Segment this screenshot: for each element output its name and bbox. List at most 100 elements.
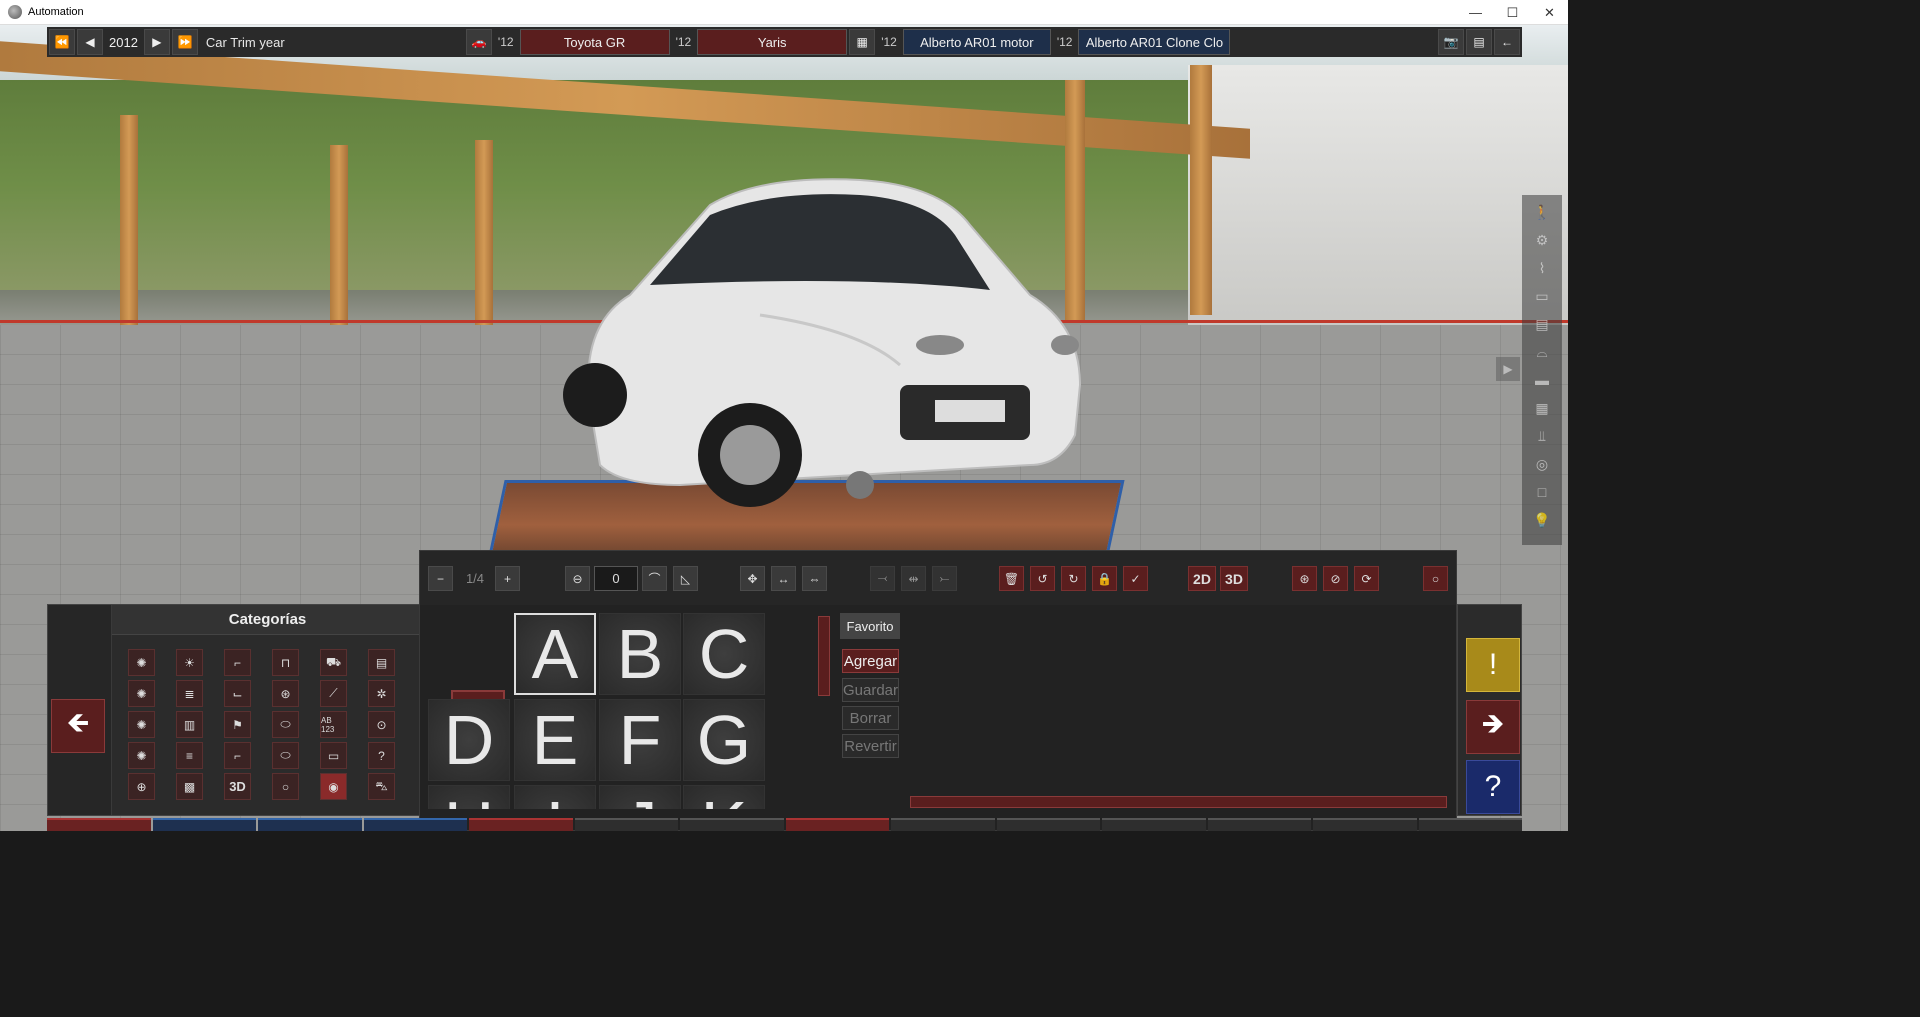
- tab-fixtures[interactable]: [469, 818, 573, 831]
- revert-button[interactable]: Revertir: [842, 734, 899, 758]
- glyph-tile[interactable]: J: [599, 785, 681, 809]
- grille-icon[interactable]: ▦: [1531, 397, 1553, 419]
- glyph-tile[interactable]: E: [514, 699, 596, 781]
- bend-icon[interactable]: ⌒: [642, 566, 667, 591]
- book-icon[interactable]: ▥: [176, 711, 203, 738]
- 3d-button[interactable]: 3D: [1220, 566, 1248, 591]
- back-button[interactable]: 🡸: [51, 699, 105, 753]
- next-icon[interactable]: ▶: [143, 29, 170, 55]
- tab-tests[interactable]: [1313, 818, 1417, 831]
- seat-side-icon[interactable]: ⌐: [224, 742, 251, 769]
- lock-icon[interactable]: 🔒: [1092, 566, 1117, 591]
- help-icon[interactable]: ?: [1466, 760, 1520, 814]
- stretch-icon[interactable]: ↔: [771, 566, 796, 591]
- scale-icon[interactable]: ⇔: [802, 566, 827, 591]
- wheel-symbol-icon[interactable]: ⊛: [1292, 566, 1317, 591]
- glyph-tile[interactable]: G: [683, 699, 765, 781]
- gear-icon[interactable]: ⊛: [272, 680, 299, 707]
- license-plate-icon[interactable]: AB 123: [320, 711, 347, 738]
- engine-family-field[interactable]: Alberto AR01 motor: [902, 29, 1051, 55]
- tab-body[interactable]: [47, 818, 151, 831]
- forward-button[interactable]: 🡺: [1466, 700, 1520, 754]
- tab-gearbox[interactable]: [891, 818, 995, 831]
- tab-wheels[interactable]: [996, 818, 1100, 831]
- 2d-button[interactable]: 2D: [1188, 566, 1216, 591]
- mirror-center-icon[interactable]: ⇹: [901, 566, 926, 591]
- light-icon[interactable]: 💡: [1531, 509, 1553, 531]
- trim-name-field[interactable]: Yaris: [697, 29, 848, 55]
- lift-icon[interactable]: ⫫: [1531, 425, 1553, 447]
- lines-icon[interactable]: ≣: [176, 680, 203, 707]
- wheel-icon[interactable]: ✲: [368, 680, 395, 707]
- camera-icon[interactable]: 📷: [1438, 29, 1464, 55]
- glyph-tile[interactable]: B: [599, 613, 681, 695]
- sensor-icon[interactable]: ⊕: [128, 773, 155, 800]
- glyph-tile[interactable]: C: [683, 613, 765, 695]
- target-icon[interactable]: ◉: [320, 773, 347, 800]
- truck-icon[interactable]: ⛟: [320, 649, 347, 676]
- walk-icon[interactable]: 🚶: [1531, 201, 1553, 223]
- body-icon[interactable]: ▭: [1531, 285, 1553, 307]
- frame-icon[interactable]: □: [1531, 481, 1553, 503]
- no-rotate-icon[interactable]: ⊖: [565, 566, 590, 591]
- grille-icon[interactable]: ▤: [368, 649, 395, 676]
- prev-icon[interactable]: ◀: [77, 29, 103, 55]
- magnet-icon[interactable]: ⟳: [1354, 566, 1379, 591]
- plus-icon[interactable]: +: [495, 566, 520, 591]
- fast-forward-icon[interactable]: ⏩: [171, 29, 198, 55]
- light-icon[interactable]: ✺: [128, 742, 155, 769]
- delete-button[interactable]: Borrar: [842, 706, 899, 730]
- skew-icon[interactable]: ◺: [673, 566, 698, 591]
- add-button[interactable]: Agregar: [842, 649, 899, 673]
- spreadsheet-icon[interactable]: ▤: [1466, 29, 1492, 55]
- car-model-icon[interactable]: 🚗: [465, 29, 492, 55]
- 3d-shapes-button[interactable]: 3D: [224, 773, 251, 800]
- light-icon[interactable]: ✺: [128, 711, 155, 738]
- glyph-tile[interactable]: K: [683, 785, 765, 809]
- circle-toggle-icon[interactable]: ○: [1423, 566, 1448, 591]
- trash-icon[interactable]: 🗑: [999, 566, 1024, 591]
- save-button[interactable]: Guardar: [842, 678, 899, 702]
- expand-arrow-icon[interactable]: ▶: [1496, 357, 1520, 381]
- vent-icon[interactable]: ≡: [176, 742, 203, 769]
- warning-icon[interactable]: !: [1466, 638, 1520, 692]
- boot-icon[interactable]: ⌙: [224, 680, 251, 707]
- tab-aero[interactable]: [1207, 818, 1311, 831]
- minimize-button[interactable]: —: [1457, 0, 1494, 25]
- light-icon[interactable]: ✺: [128, 680, 155, 707]
- close-button[interactable]: ✕: [1531, 0, 1568, 25]
- tab-interior[interactable]: [574, 818, 678, 831]
- tab-drivetrain[interactable]: [363, 818, 467, 831]
- car-front-icon[interactable]: ⊓: [272, 649, 299, 676]
- tab-safety[interactable]: [680, 818, 784, 831]
- model-family-field[interactable]: Toyota GR: [519, 29, 670, 55]
- no-wheel-icon[interactable]: ⊘: [1323, 566, 1348, 591]
- maximize-button[interactable]: ☐: [1494, 0, 1531, 25]
- roof-icon[interactable]: ⌓: [1531, 341, 1553, 363]
- glyph-scrollbar[interactable]: [818, 616, 830, 696]
- tab-suspension[interactable]: [258, 818, 362, 831]
- panel-icon[interactable]: ▤: [1531, 313, 1553, 335]
- rewind-icon[interactable]: ⏪: [49, 29, 75, 55]
- favorites-scrollbar[interactable]: [910, 796, 1447, 808]
- help-icon[interactable]: ?: [368, 742, 395, 769]
- mirror-icon[interactable]: ⟋: [320, 680, 347, 707]
- light-icon[interactable]: ✺: [128, 649, 155, 676]
- tab-engine[interactable]: [785, 818, 889, 831]
- emblem-icon[interactable]: ⬭: [272, 742, 299, 769]
- redo-icon[interactable]: ↻: [1061, 566, 1086, 591]
- glyph-tile[interactable]: D: [428, 699, 510, 781]
- engine-icon[interactable]: ▦: [849, 29, 876, 55]
- back-arrow-icon[interactable]: ←: [1494, 29, 1520, 55]
- tab-results[interactable]: [1418, 818, 1522, 831]
- tab-chassis[interactable]: [152, 818, 256, 831]
- badge-icon[interactable]: ⬭: [272, 711, 299, 738]
- pattern-icon[interactable]: ▩: [176, 773, 203, 800]
- exhaust-icon[interactable]: ⊙: [368, 711, 395, 738]
- mirror-left-icon[interactable]: ⤙: [870, 566, 895, 591]
- wheel-icon[interactable]: ⚙: [1531, 229, 1553, 251]
- undo-icon[interactable]: ↺: [1030, 566, 1055, 591]
- flag-icon[interactable]: ⚑: [224, 711, 251, 738]
- circle-shape-icon[interactable]: ○: [272, 773, 299, 800]
- move-icon[interactable]: ✥: [740, 566, 765, 591]
